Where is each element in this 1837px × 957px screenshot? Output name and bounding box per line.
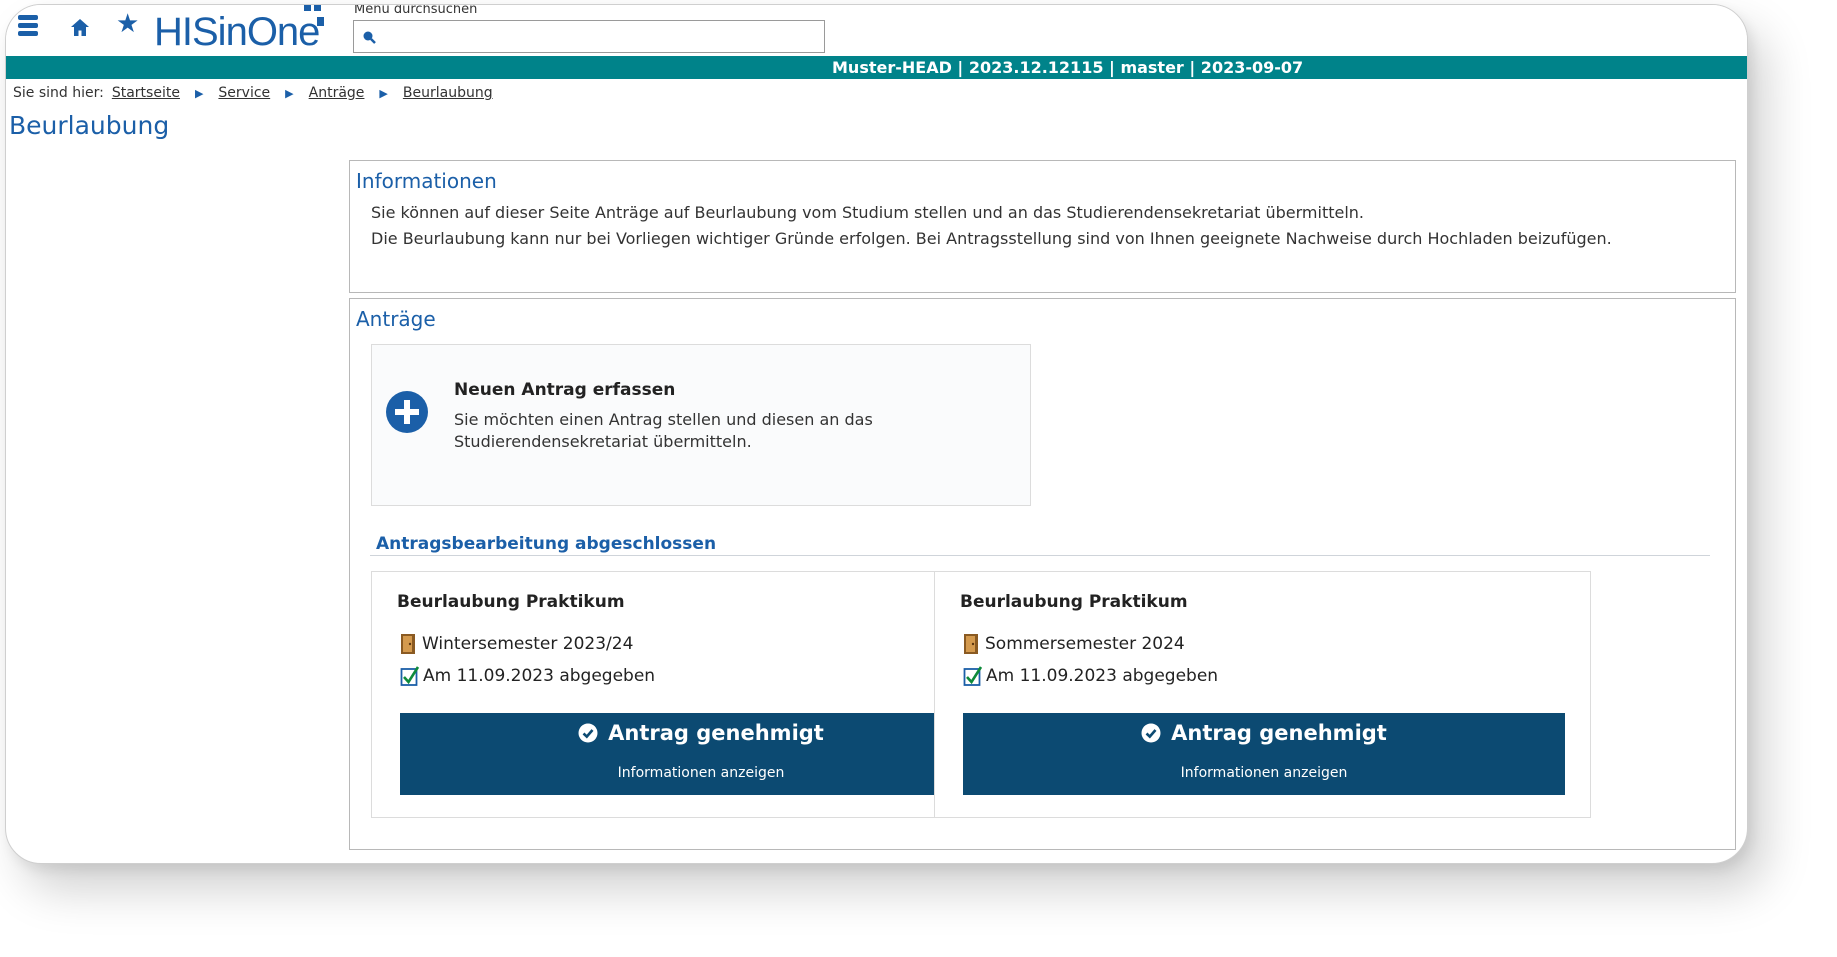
semester-label: Wintersemester 2023/24 xyxy=(422,634,634,654)
completed-section-heading: Antragsbearbeitung abgeschlossen xyxy=(376,534,717,554)
logo-plus-mark-icon xyxy=(304,5,328,35)
check-circle-icon xyxy=(1141,723,1161,743)
chevron-right-icon: ▶ xyxy=(194,86,204,100)
status-text: Muster-HEAD | 2023.12.12115 | master | 2… xyxy=(832,58,1304,77)
section-divider xyxy=(370,555,1710,556)
breadcrumb: Sie sind hier: Startseite ▶ Service ▶ An… xyxy=(13,85,493,101)
browser-window: ★ HISinOne Menü durchsuchen Muster-HEAD … xyxy=(5,4,1748,864)
submitted-date: Am 11.09.2023 abgegeben xyxy=(423,666,656,686)
chevron-right-icon: ▶ xyxy=(379,86,388,100)
information-title: Informationen xyxy=(356,169,497,193)
breadcrumb-startseite[interactable]: Startseite xyxy=(112,85,180,101)
request-semester-row: Sommersemester 2024 xyxy=(963,633,1185,655)
door-icon xyxy=(964,634,978,654)
breadcrumb-beurlaubung[interactable]: Beurlaubung xyxy=(403,85,493,101)
request-approved-button[interactable]: Antrag genehmigt Informationen anzeigen xyxy=(963,713,1565,795)
hamburger-menu-icon[interactable] xyxy=(18,15,38,39)
information-panel: Informationen Sie können auf dieser Seit… xyxy=(349,160,1736,293)
chevron-right-icon: ▶ xyxy=(285,86,294,100)
request-semester-row: Wintersemester 2023/24 xyxy=(400,633,633,655)
request-submitted-row: Am 11.09.2023 abgegeben xyxy=(963,665,1218,687)
breadcrumb-antraege[interactable]: Anträge xyxy=(309,85,365,101)
new-request-description: Sie möchten einen Antrag stellen und die… xyxy=(454,410,873,451)
requests-title: Anträge xyxy=(356,307,436,331)
search-label: Menü durchsuchen xyxy=(354,4,478,17)
request-title: Beurlaubung Praktikum xyxy=(960,592,1188,612)
approval-status: Antrag genehmigt xyxy=(608,721,824,745)
add-circle-icon[interactable] xyxy=(386,391,428,433)
door-icon xyxy=(401,634,415,654)
request-approved-button[interactable]: Antrag genehmigt Informationen anzeigen xyxy=(400,713,1002,795)
menu-search-input[interactable] xyxy=(353,20,825,53)
request-card: Beurlaubung Praktikum Wintersemester 202… xyxy=(371,571,1028,818)
breadcrumb-prefix: Sie sind hier: xyxy=(13,85,104,101)
home-icon[interactable] xyxy=(69,17,91,39)
show-information-link[interactable]: Informationen anzeigen xyxy=(963,765,1565,781)
top-navigation-bar: ★ HISinOne Menü durchsuchen xyxy=(6,5,1747,55)
favorites-star-icon[interactable]: ★ xyxy=(116,11,139,37)
checkbox-checked-icon xyxy=(963,666,983,686)
request-title: Beurlaubung Praktikum xyxy=(397,592,625,612)
info-text-line-2: Die Beurlaubung kann nur bei Vorliegen w… xyxy=(371,229,1612,248)
approval-status: Antrag genehmigt xyxy=(1171,721,1387,745)
show-information-link[interactable]: Informationen anzeigen xyxy=(400,765,1002,781)
system-status-bar: Muster-HEAD | 2023.12.12115 | master | 2… xyxy=(6,56,1747,79)
semester-label: Sommersemester 2024 xyxy=(985,634,1185,654)
search-icon xyxy=(363,31,376,44)
requests-panel: Anträge Neuen Antrag erfassen Sie möchte… xyxy=(349,298,1736,850)
check-circle-icon xyxy=(578,723,598,743)
breadcrumb-service[interactable]: Service xyxy=(218,85,270,101)
page-title: Beurlaubung xyxy=(9,111,170,140)
info-text-line-1: Sie können auf dieser Seite Anträge auf … xyxy=(371,203,1365,222)
request-card: Beurlaubung Praktikum Sommersemester 202… xyxy=(934,571,1591,818)
request-submitted-row: Am 11.09.2023 abgegeben xyxy=(400,665,655,687)
new-request-card[interactable]: Neuen Antrag erfassen Sie möchten einen … xyxy=(371,344,1031,506)
hisinone-logo[interactable]: HISinOne xyxy=(154,12,320,52)
checkbox-checked-icon xyxy=(400,666,420,686)
submitted-date: Am 11.09.2023 abgegeben xyxy=(986,666,1219,686)
new-request-title[interactable]: Neuen Antrag erfassen xyxy=(454,380,675,400)
